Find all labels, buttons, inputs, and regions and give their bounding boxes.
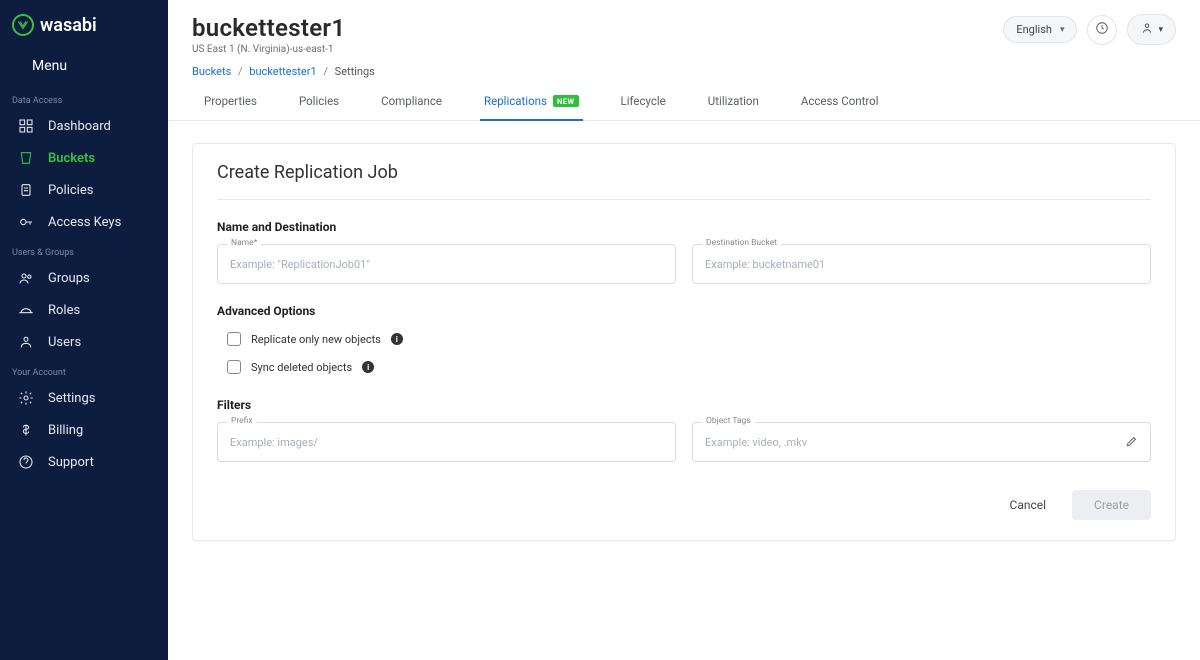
language-label: English	[1016, 23, 1052, 36]
section-your-account: Your Account	[0, 358, 168, 382]
tab-utilization[interactable]: Utilization	[708, 94, 759, 120]
sidebar-item-access-keys[interactable]: Access Keys	[0, 206, 168, 238]
create-button[interactable]: Create	[1072, 490, 1151, 520]
account-menu[interactable]: ▾	[1127, 14, 1176, 45]
prefix-input[interactable]	[217, 422, 676, 462]
heading-advanced-options: Advanced Options	[217, 304, 1151, 318]
field-label-name: Name*	[227, 238, 261, 248]
sidebar-item-buckets[interactable]: Buckets	[0, 142, 168, 174]
option-sync-deleted: Sync deleted objects i	[217, 360, 1151, 374]
field-label-prefix: Prefix	[227, 416, 257, 426]
create-replication-card: Create Replication Job Name and Destinat…	[192, 143, 1176, 541]
breadcrumb-bucket[interactable]: buckettester1	[249, 65, 316, 78]
sidebar-item-dashboard[interactable]: Dashboard	[0, 110, 168, 142]
tab-properties[interactable]: Properties	[204, 94, 257, 120]
tabs: Properties Policies Compliance Replicati…	[168, 78, 1200, 121]
field-label-destination: Destination Bucket	[702, 238, 781, 248]
checkbox-label: Replicate only new objects	[251, 333, 381, 346]
heading-name-destination: Name and Destination	[217, 220, 1151, 234]
menu-label: Menu	[32, 58, 67, 74]
edit-tags-button[interactable]	[1121, 431, 1143, 453]
sidebar-item-label: Settings	[48, 391, 95, 406]
sidebar-item-policies[interactable]: Policies	[0, 174, 168, 206]
sidebar-item-users[interactable]: Users	[0, 326, 168, 358]
form-actions: Cancel Create	[217, 490, 1151, 520]
sidebar-item-label: Buckets	[48, 151, 95, 166]
sidebar-item-label: Access Keys	[48, 215, 121, 230]
breadcrumb: Buckets / buckettester1 / Settings	[192, 65, 1003, 78]
tab-replications[interactable]: Replications NEW	[484, 94, 579, 120]
section-users-groups: Users & Groups	[0, 238, 168, 262]
caret-down-icon: ▾	[1158, 25, 1163, 35]
help-icon	[18, 454, 34, 470]
field-name: Name*	[217, 244, 676, 284]
destination-input[interactable]	[692, 244, 1151, 284]
object-tags-input[interactable]	[692, 422, 1151, 462]
sidebar-item-label: Groups	[48, 271, 90, 286]
breadcrumb-current: Settings	[335, 65, 375, 78]
new-badge: NEW	[553, 95, 579, 107]
tab-policies[interactable]: Policies	[299, 94, 339, 120]
dollar-icon	[18, 422, 34, 438]
clipboard-icon	[18, 182, 34, 198]
tab-lifecycle[interactable]: Lifecycle	[621, 94, 666, 120]
page-title: buckettester1	[192, 14, 1003, 42]
groups-icon	[18, 270, 34, 286]
checkbox-sync-deleted[interactable]	[227, 360, 241, 374]
gear-icon	[18, 390, 34, 406]
sidebar-item-label: Users	[48, 335, 81, 350]
user-icon	[18, 334, 34, 350]
cancel-button[interactable]: Cancel	[1000, 490, 1057, 520]
field-label-tags: Object Tags	[702, 416, 755, 426]
info-icon[interactable]: i	[391, 333, 403, 345]
main-content: buckettester1 US East 1 (N. Virginia)-us…	[168, 0, 1200, 660]
hat-icon	[18, 302, 34, 318]
pencil-icon	[1125, 433, 1139, 452]
breadcrumb-root[interactable]: Buckets	[192, 65, 231, 78]
clock-icon	[1095, 20, 1109, 39]
brand-logo: wasabi	[0, 0, 168, 46]
sidebar-item-support[interactable]: Support	[0, 446, 168, 478]
name-input[interactable]	[217, 244, 676, 284]
sidebar-item-label: Roles	[48, 303, 80, 318]
tab-access-control[interactable]: Access Control	[801, 94, 879, 120]
key-icon	[18, 214, 34, 230]
tab-label: Replications	[484, 94, 547, 108]
sidebar-item-label: Dashboard	[48, 119, 111, 134]
brand-name: wasabi	[40, 15, 97, 36]
sidebar-item-settings[interactable]: Settings	[0, 382, 168, 414]
menu-toggle[interactable]: Menu	[0, 46, 168, 86]
bucket-icon	[18, 150, 34, 166]
dashboard-icon	[18, 118, 34, 134]
page-header: buckettester1 US East 1 (N. Virginia)-us…	[168, 0, 1200, 78]
checkbox-label: Sync deleted objects	[251, 361, 352, 374]
tab-compliance[interactable]: Compliance	[381, 94, 442, 120]
option-replicate-new: Replicate only new objects i	[217, 332, 1151, 346]
sidebar-item-billing[interactable]: Billing	[0, 414, 168, 446]
sidebar-item-groups[interactable]: Groups	[0, 262, 168, 294]
field-object-tags: Object Tags	[692, 422, 1151, 462]
language-selector[interactable]: English	[1003, 16, 1077, 43]
sidebar-item-roles[interactable]: Roles	[0, 294, 168, 326]
clock-button[interactable]	[1087, 15, 1117, 45]
info-icon[interactable]: i	[362, 361, 374, 373]
field-destination: Destination Bucket	[692, 244, 1151, 284]
sidebar-item-label: Support	[48, 455, 94, 470]
section-data-access: Data Access	[0, 86, 168, 110]
sidebar: wasabi Menu Data Access Dashboard Bucket…	[0, 0, 168, 660]
card-title: Create Replication Job	[217, 162, 1151, 200]
field-prefix: Prefix	[217, 422, 676, 462]
region-label: US East 1 (N. Virginia)-us-east-1	[192, 44, 1003, 55]
sidebar-item-label: Billing	[48, 423, 83, 438]
checkbox-replicate-new[interactable]	[227, 332, 241, 346]
person-icon	[1140, 21, 1154, 38]
heading-filters: Filters	[217, 398, 1151, 412]
sidebar-item-label: Policies	[48, 183, 93, 198]
wasabi-logo-icon	[12, 14, 34, 36]
